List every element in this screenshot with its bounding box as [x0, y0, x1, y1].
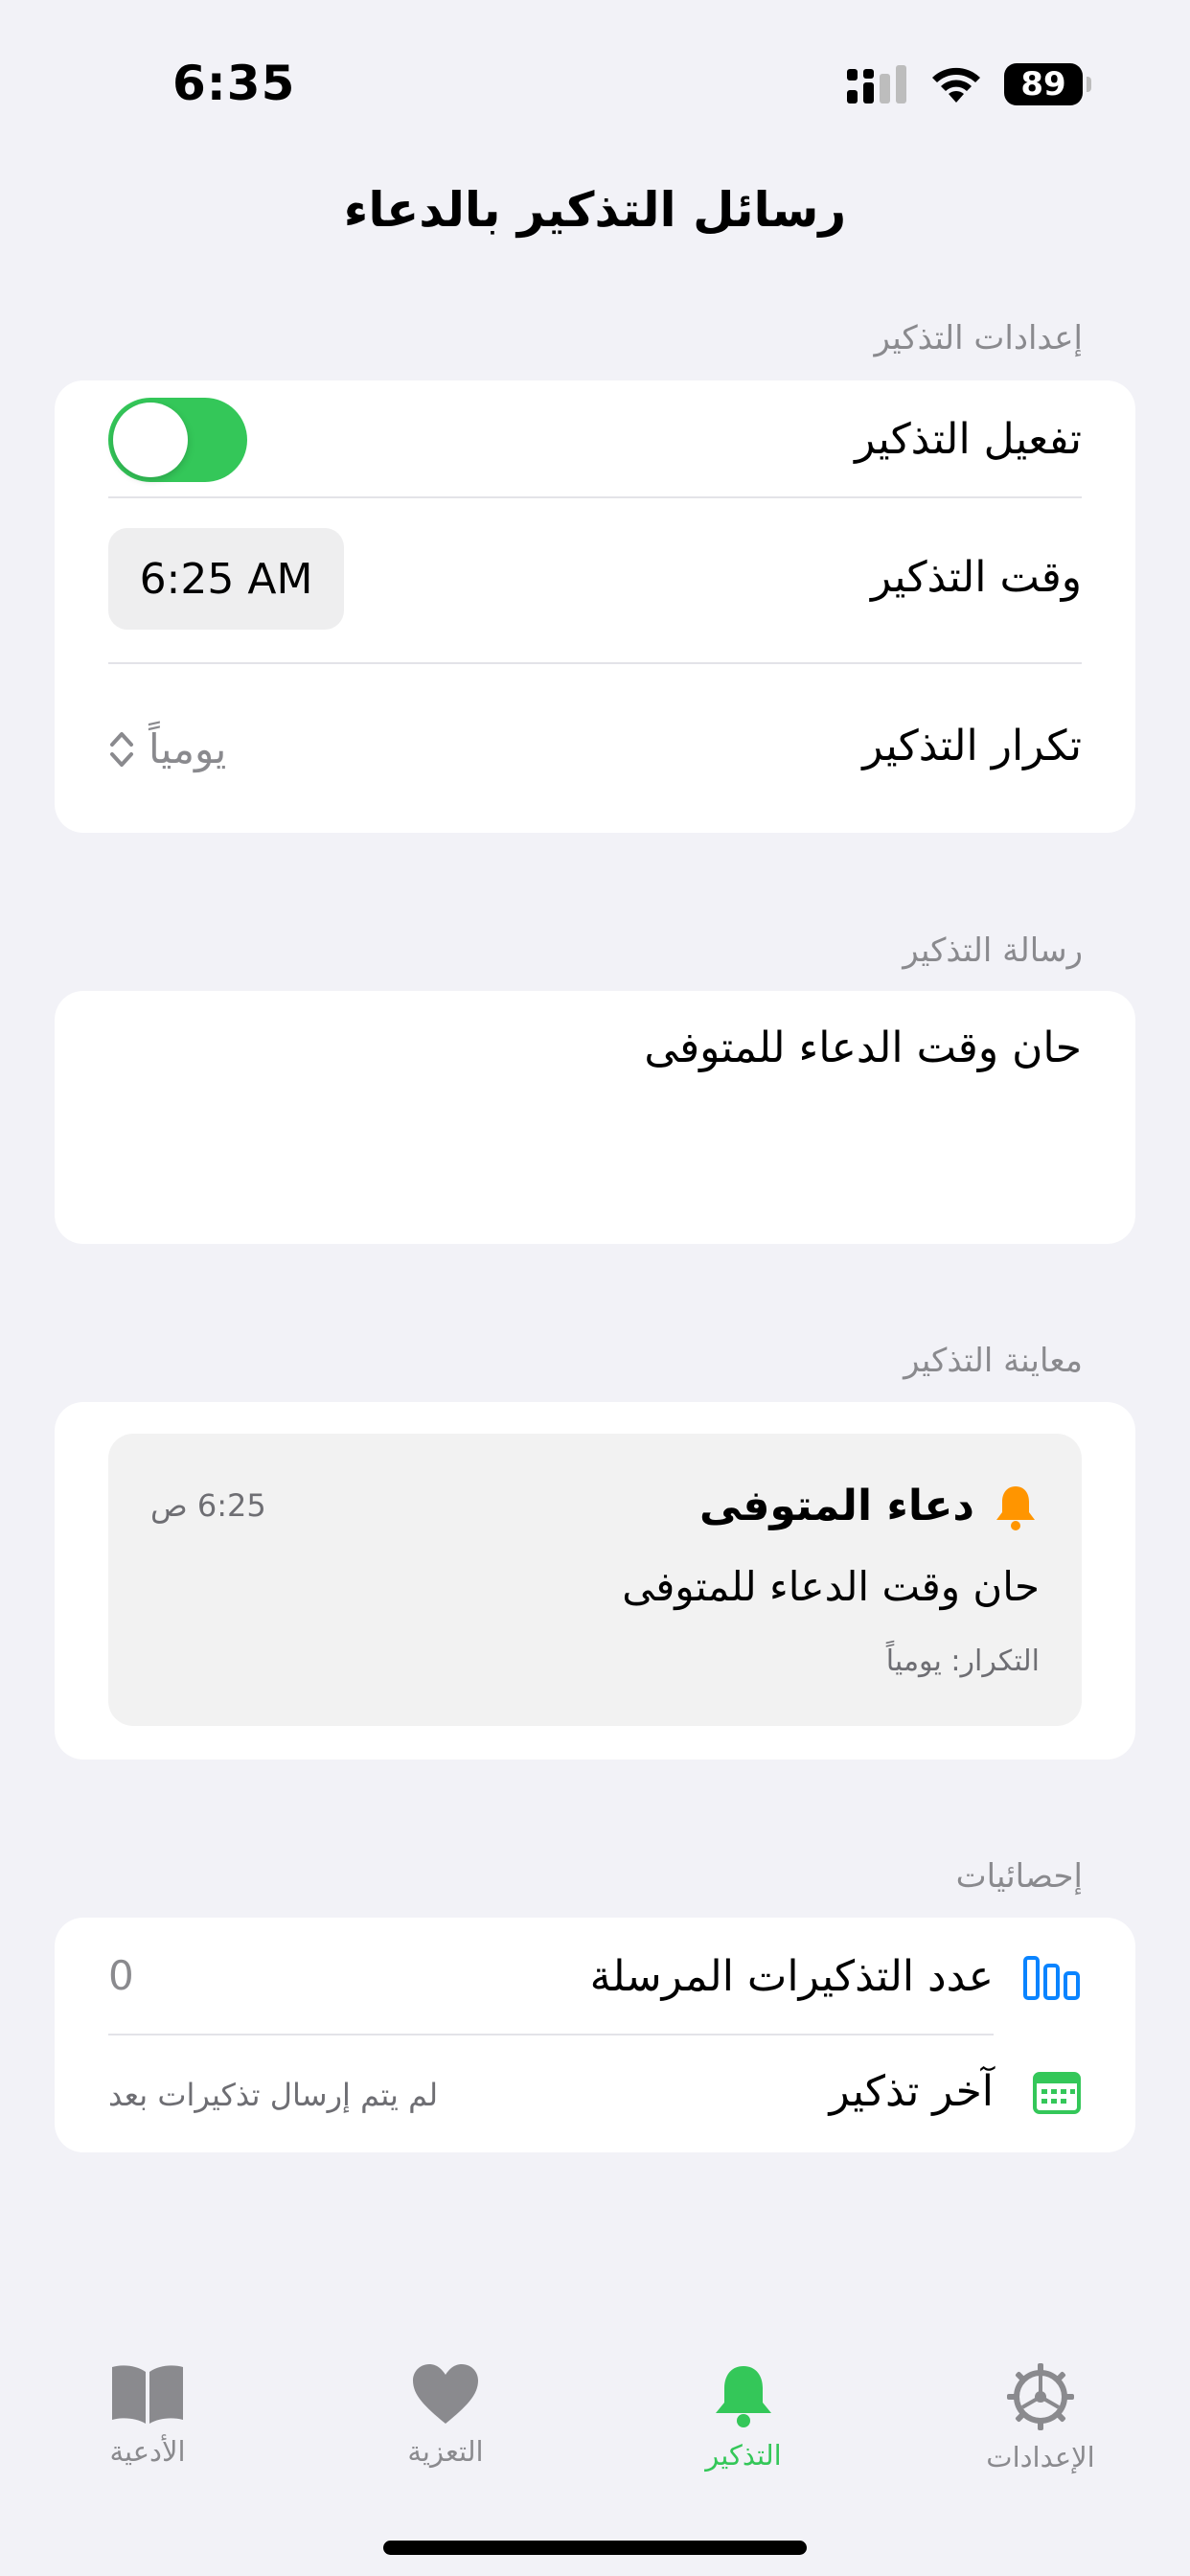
settings-section-label: إعدادات التذكير: [874, 319, 1083, 357]
tab-prayers[interactable]: الأدعية: [52, 2362, 243, 2468]
gear-icon: [1007, 2363, 1074, 2430]
reminder-time-row: وقت التذكير 6:25 AM: [55, 497, 1135, 662]
preview-card: دعاء المتوفى 6:25 ص حان وقت الدعاء للمتو…: [55, 1402, 1135, 1760]
status-time: 6:35: [172, 56, 296, 111]
tab-reminder[interactable]: التذكير: [648, 2362, 839, 2472]
enable-reminder-label: تفعيل التذكير: [855, 415, 1082, 464]
reminder-time-picker[interactable]: 6:25 AM: [108, 528, 344, 630]
chevron-up-down-icon: [110, 731, 133, 767]
calendar-icon: [1033, 2072, 1081, 2114]
stats-section-label: إحصائيات: [955, 1857, 1083, 1896]
tab-prayers-label: الأدعية: [109, 2435, 186, 2468]
reminder-repeat-value: يومياً: [149, 725, 227, 772]
preview-message: حان وقت الدعاء للمتوفى: [622, 1563, 1040, 1610]
toggle-knob: [113, 402, 188, 477]
reminder-repeat-picker[interactable]: يومياً: [108, 725, 226, 772]
bell-icon: [716, 2366, 771, 2427]
wifi-icon: [932, 67, 980, 103]
tab-settings[interactable]: الإعدادات: [945, 2362, 1136, 2473]
cellular-signal-icon: [847, 65, 906, 104]
enable-reminder-row: تفعيل التذكير: [55, 380, 1135, 497]
preview-time: 6:25 ص: [150, 1487, 266, 1524]
reminder-message-text[interactable]: حان وقت الدعاء للمتوفى: [644, 1024, 1082, 1072]
tab-condolence-label: التعزية: [407, 2435, 484, 2468]
tab-condolence[interactable]: التعزية: [350, 2362, 541, 2468]
notification-preview: دعاء المتوفى 6:25 ص حان وقت الدعاء للمتو…: [108, 1434, 1082, 1726]
reminder-repeat-label: تكرار التذكير: [862, 722, 1082, 770]
sent-count-label: عدد التذكيرات المرسلة: [589, 1952, 994, 2001]
tab-settings-label: الإعدادات: [986, 2441, 1095, 2473]
preview-section-label: معاينة التذكير: [904, 1342, 1083, 1380]
status-icons: 89: [847, 63, 1091, 105]
stats-card: عدد التذكيرات المرسلة 0 آخر تذكير لم يتم…: [55, 1918, 1135, 2152]
bar-chart-icon: [1023, 1956, 1080, 2000]
reminder-time-label: وقت التذكير: [871, 553, 1082, 602]
preview-title: دعاء المتوفى: [699, 1482, 974, 1530]
tab-reminder-label: التذكير: [705, 2439, 782, 2472]
last-reminder-value: لم يتم إرسال تذكيرات بعد: [108, 2077, 439, 2113]
last-reminder-label: آخر تذكير: [829, 2067, 994, 2116]
message-card[interactable]: حان وقت الدعاء للمتوفى: [55, 991, 1135, 1244]
home-indicator: [383, 2541, 807, 2555]
heart-icon: [413, 2364, 478, 2424]
page-title: رسائل التذكير بالدعاء: [343, 182, 847, 238]
battery-indicator: 89: [1004, 63, 1091, 105]
bell-icon: [996, 1486, 1035, 1530]
enable-reminder-toggle[interactable]: [108, 398, 247, 482]
preview-repeat: التكرار: يومياً: [885, 1644, 1040, 1678]
book-icon: [112, 2365, 183, 2424]
reminder-repeat-row: تكرار التذكير يومياً: [55, 664, 1135, 833]
divider: [108, 2034, 994, 2036]
sent-count-value: 0: [108, 1952, 134, 1999]
message-section-label: رسالة التذكير: [903, 932, 1083, 970]
settings-card: تفعيل التذكير وقت التذكير 6:25 AM تكرار …: [55, 380, 1135, 833]
